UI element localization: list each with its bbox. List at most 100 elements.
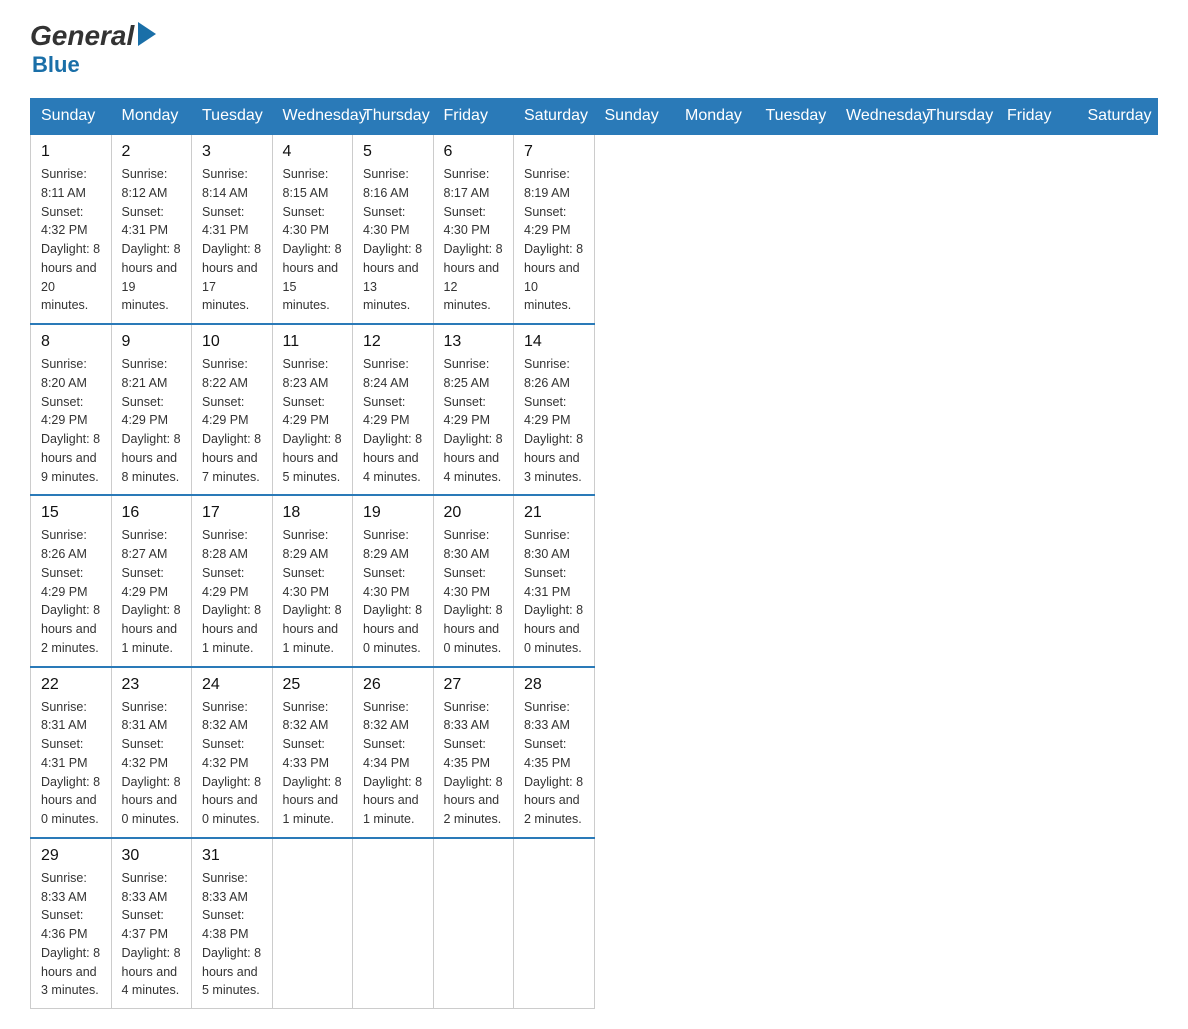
calendar-day-cell: 14 Sunrise: 8:26 AM Sunset: 4:29 PM Dayl…: [514, 324, 595, 495]
logo-general-text: General: [30, 20, 134, 52]
day-info: Sunrise: 8:15 AM Sunset: 4:30 PM Dayligh…: [283, 165, 343, 315]
calendar-day-cell: 10 Sunrise: 8:22 AM Sunset: 4:29 PM Dayl…: [192, 324, 273, 495]
calendar-day-cell: 26 Sunrise: 8:32 AM Sunset: 4:34 PM Dayl…: [353, 667, 434, 838]
calendar-day-cell: 28 Sunrise: 8:33 AM Sunset: 4:35 PM Dayl…: [514, 667, 595, 838]
day-number: 10: [202, 333, 262, 351]
col-header-friday: Friday: [997, 99, 1078, 135]
day-number: 5: [363, 143, 423, 161]
day-info: Sunrise: 8:32 AM Sunset: 4:33 PM Dayligh…: [283, 698, 343, 829]
calendar-week-row: 8 Sunrise: 8:20 AM Sunset: 4:29 PM Dayli…: [31, 324, 1158, 495]
day-info: Sunrise: 8:29 AM Sunset: 4:30 PM Dayligh…: [283, 526, 343, 657]
day-number: 9: [122, 333, 182, 351]
day-number: 4: [283, 143, 343, 161]
col-header-tuesday: Tuesday: [755, 99, 836, 135]
header-monday: Monday: [111, 99, 192, 135]
day-info: Sunrise: 8:30 AM Sunset: 4:31 PM Dayligh…: [524, 526, 584, 657]
calendar-week-row: 29 Sunrise: 8:33 AM Sunset: 4:36 PM Dayl…: [31, 838, 1158, 1009]
day-info: Sunrise: 8:32 AM Sunset: 4:32 PM Dayligh…: [202, 698, 262, 829]
day-info: Sunrise: 8:17 AM Sunset: 4:30 PM Dayligh…: [444, 165, 504, 315]
calendar-day-cell: 9 Sunrise: 8:21 AM Sunset: 4:29 PM Dayli…: [111, 324, 192, 495]
day-info: Sunrise: 8:29 AM Sunset: 4:30 PM Dayligh…: [363, 526, 423, 657]
col-header-sunday: Sunday: [594, 99, 675, 135]
day-info: Sunrise: 8:33 AM Sunset: 4:35 PM Dayligh…: [444, 698, 504, 829]
day-info: Sunrise: 8:23 AM Sunset: 4:29 PM Dayligh…: [283, 355, 343, 486]
day-info: Sunrise: 8:24 AM Sunset: 4:29 PM Dayligh…: [363, 355, 423, 486]
day-number: 30: [122, 847, 182, 865]
day-number: 18: [283, 504, 343, 522]
day-number: 20: [444, 504, 504, 522]
col-header-thursday: Thursday: [916, 99, 997, 135]
day-number: 17: [202, 504, 262, 522]
col-header-wednesday: Wednesday: [836, 99, 917, 135]
calendar-day-cell: 22 Sunrise: 8:31 AM Sunset: 4:31 PM Dayl…: [31, 667, 112, 838]
logo-blue-text: Blue: [32, 52, 80, 78]
calendar-empty-cell: [272, 838, 353, 1009]
calendar-day-cell: 21 Sunrise: 8:30 AM Sunset: 4:31 PM Dayl…: [514, 495, 595, 666]
calendar-table: SundayMondayTuesdayWednesdayThursdayFrid…: [30, 98, 1158, 1009]
calendar-day-cell: 11 Sunrise: 8:23 AM Sunset: 4:29 PM Dayl…: [272, 324, 353, 495]
day-number: 11: [283, 333, 343, 351]
page-header: General Blue: [30, 20, 1158, 78]
day-info: Sunrise: 8:19 AM Sunset: 4:29 PM Dayligh…: [524, 165, 584, 315]
logo: General Blue: [30, 20, 156, 78]
col-header-monday: Monday: [675, 99, 756, 135]
day-number: 23: [122, 676, 182, 694]
day-number: 7: [524, 143, 584, 161]
day-info: Sunrise: 8:16 AM Sunset: 4:30 PM Dayligh…: [363, 165, 423, 315]
header-tuesday: Tuesday: [192, 99, 273, 135]
calendar-week-row: 1 Sunrise: 8:11 AM Sunset: 4:32 PM Dayli…: [31, 134, 1158, 324]
calendar-day-cell: 18 Sunrise: 8:29 AM Sunset: 4:30 PM Dayl…: [272, 495, 353, 666]
day-info: Sunrise: 8:33 AM Sunset: 4:37 PM Dayligh…: [122, 869, 182, 1000]
calendar-day-cell: 25 Sunrise: 8:32 AM Sunset: 4:33 PM Dayl…: [272, 667, 353, 838]
calendar-day-cell: 8 Sunrise: 8:20 AM Sunset: 4:29 PM Dayli…: [31, 324, 112, 495]
day-number: 31: [202, 847, 262, 865]
day-number: 6: [444, 143, 504, 161]
calendar-day-cell: 27 Sunrise: 8:33 AM Sunset: 4:35 PM Dayl…: [433, 667, 514, 838]
day-number: 25: [283, 676, 343, 694]
day-info: Sunrise: 8:21 AM Sunset: 4:29 PM Dayligh…: [122, 355, 182, 486]
calendar-day-cell: 2 Sunrise: 8:12 AM Sunset: 4:31 PM Dayli…: [111, 134, 192, 324]
header-wednesday: Wednesday: [272, 99, 353, 135]
calendar-day-cell: 5 Sunrise: 8:16 AM Sunset: 4:30 PM Dayli…: [353, 134, 434, 324]
day-number: 22: [41, 676, 101, 694]
day-number: 13: [444, 333, 504, 351]
day-number: 28: [524, 676, 584, 694]
day-info: Sunrise: 8:31 AM Sunset: 4:31 PM Dayligh…: [41, 698, 101, 829]
day-info: Sunrise: 8:31 AM Sunset: 4:32 PM Dayligh…: [122, 698, 182, 829]
day-info: Sunrise: 8:20 AM Sunset: 4:29 PM Dayligh…: [41, 355, 101, 486]
calendar-day-cell: 12 Sunrise: 8:24 AM Sunset: 4:29 PM Dayl…: [353, 324, 434, 495]
header-friday: Friday: [433, 99, 514, 135]
day-number: 29: [41, 847, 101, 865]
day-number: 15: [41, 504, 101, 522]
day-number: 3: [202, 143, 262, 161]
calendar-day-cell: 15 Sunrise: 8:26 AM Sunset: 4:29 PM Dayl…: [31, 495, 112, 666]
day-number: 16: [122, 504, 182, 522]
calendar-day-cell: 13 Sunrise: 8:25 AM Sunset: 4:29 PM Dayl…: [433, 324, 514, 495]
calendar-day-cell: 23 Sunrise: 8:31 AM Sunset: 4:32 PM Dayl…: [111, 667, 192, 838]
day-info: Sunrise: 8:14 AM Sunset: 4:31 PM Dayligh…: [202, 165, 262, 315]
calendar-day-cell: 1 Sunrise: 8:11 AM Sunset: 4:32 PM Dayli…: [31, 134, 112, 324]
day-info: Sunrise: 8:11 AM Sunset: 4:32 PM Dayligh…: [41, 165, 101, 315]
day-number: 19: [363, 504, 423, 522]
day-number: 21: [524, 504, 584, 522]
day-info: Sunrise: 8:26 AM Sunset: 4:29 PM Dayligh…: [41, 526, 101, 657]
day-info: Sunrise: 8:33 AM Sunset: 4:36 PM Dayligh…: [41, 869, 101, 1000]
calendar-day-cell: 24 Sunrise: 8:32 AM Sunset: 4:32 PM Dayl…: [192, 667, 273, 838]
day-number: 27: [444, 676, 504, 694]
day-info: Sunrise: 8:33 AM Sunset: 4:35 PM Dayligh…: [524, 698, 584, 829]
day-number: 8: [41, 333, 101, 351]
calendar-empty-cell: [353, 838, 434, 1009]
calendar-day-cell: 31 Sunrise: 8:33 AM Sunset: 4:38 PM Dayl…: [192, 838, 273, 1009]
calendar-day-cell: 3 Sunrise: 8:14 AM Sunset: 4:31 PM Dayli…: [192, 134, 273, 324]
day-info: Sunrise: 8:22 AM Sunset: 4:29 PM Dayligh…: [202, 355, 262, 486]
calendar-day-cell: 29 Sunrise: 8:33 AM Sunset: 4:36 PM Dayl…: [31, 838, 112, 1009]
day-number: 24: [202, 676, 262, 694]
col-header-saturday: Saturday: [1077, 99, 1158, 135]
calendar-day-cell: 19 Sunrise: 8:29 AM Sunset: 4:30 PM Dayl…: [353, 495, 434, 666]
calendar-day-cell: 6 Sunrise: 8:17 AM Sunset: 4:30 PM Dayli…: [433, 134, 514, 324]
day-info: Sunrise: 8:26 AM Sunset: 4:29 PM Dayligh…: [524, 355, 584, 486]
calendar-empty-cell: [433, 838, 514, 1009]
header-thursday: Thursday: [353, 99, 434, 135]
day-number: 14: [524, 333, 584, 351]
header-sunday: Sunday: [31, 99, 112, 135]
